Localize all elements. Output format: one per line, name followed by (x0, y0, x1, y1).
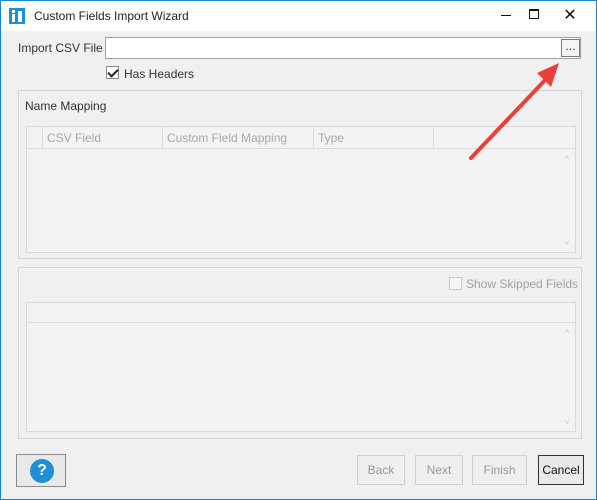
app-logo-dot (12, 10, 15, 13)
name-mapping-grid-header: CSV Field Custom Field Mapping Type (27, 127, 575, 149)
next-button[interactable]: Next (415, 455, 463, 485)
skipped-scroll-down-icon[interactable]: ˅ (562, 419, 572, 427)
minimize-icon (501, 15, 511, 16)
scroll-up-icon[interactable]: ˄ (562, 154, 572, 162)
scroll-down-icon[interactable]: ˅ (562, 240, 572, 248)
back-button[interactable]: Back (357, 455, 405, 485)
name-mapping-group: Name Mapping CSV Field Custom Field Mapp… (18, 90, 582, 259)
skipped-fields-group: Show Skipped Fields ˄ ˅ (18, 267, 582, 439)
wizard-window: Custom Fields Import Wizard ✕ Import CSV… (0, 0, 597, 500)
skipped-scroll-up-icon[interactable]: ˄ (562, 328, 572, 336)
has-headers-label: Has Headers (124, 67, 195, 81)
skipped-fields-grid[interactable]: ˄ ˅ (26, 302, 576, 432)
has-headers-checkbox[interactable] (106, 66, 119, 79)
cancel-button[interactable]: Cancel (538, 455, 584, 485)
app-logo-bar-right (18, 11, 22, 22)
app-logo-bar-left (12, 14, 15, 22)
finish-button[interactable]: Finish (472, 455, 527, 485)
show-skipped-fields-label: Show Skipped Fields (466, 277, 579, 291)
name-mapping-grid[interactable]: CSV Field Custom Field Mapping Type ˄ ˅ (26, 126, 576, 253)
import-csv-label: Import CSV File (18, 41, 103, 55)
help-button[interactable]: ? (16, 454, 66, 487)
maximize-icon (529, 9, 539, 19)
show-skipped-fields-checkbox[interactable] (449, 277, 462, 290)
app-logo-icon (9, 8, 25, 24)
import-csv-file-field[interactable] (105, 37, 581, 59)
grid-column-header-type[interactable]: Type (314, 127, 434, 149)
grid-column-header-filler (434, 127, 575, 149)
skipped-fields-grid-header (27, 303, 575, 323)
grid-column-header-custom-field-mapping[interactable]: Custom Field Mapping (163, 127, 314, 149)
maximize-button[interactable] (517, 1, 551, 31)
grid-column-header-csv-field[interactable]: CSV Field (43, 127, 163, 149)
close-button[interactable]: ✕ (553, 1, 587, 31)
grid-column-header-select[interactable] (27, 127, 43, 149)
title-bar: Custom Fields Import Wizard ✕ (1, 1, 596, 31)
name-mapping-title: Name Mapping (25, 99, 107, 113)
help-icon: ? (30, 459, 54, 483)
browse-file-button[interactable]: … (561, 39, 580, 57)
window-title: Custom Fields Import Wizard (34, 9, 189, 23)
close-icon: ✕ (563, 7, 577, 24)
